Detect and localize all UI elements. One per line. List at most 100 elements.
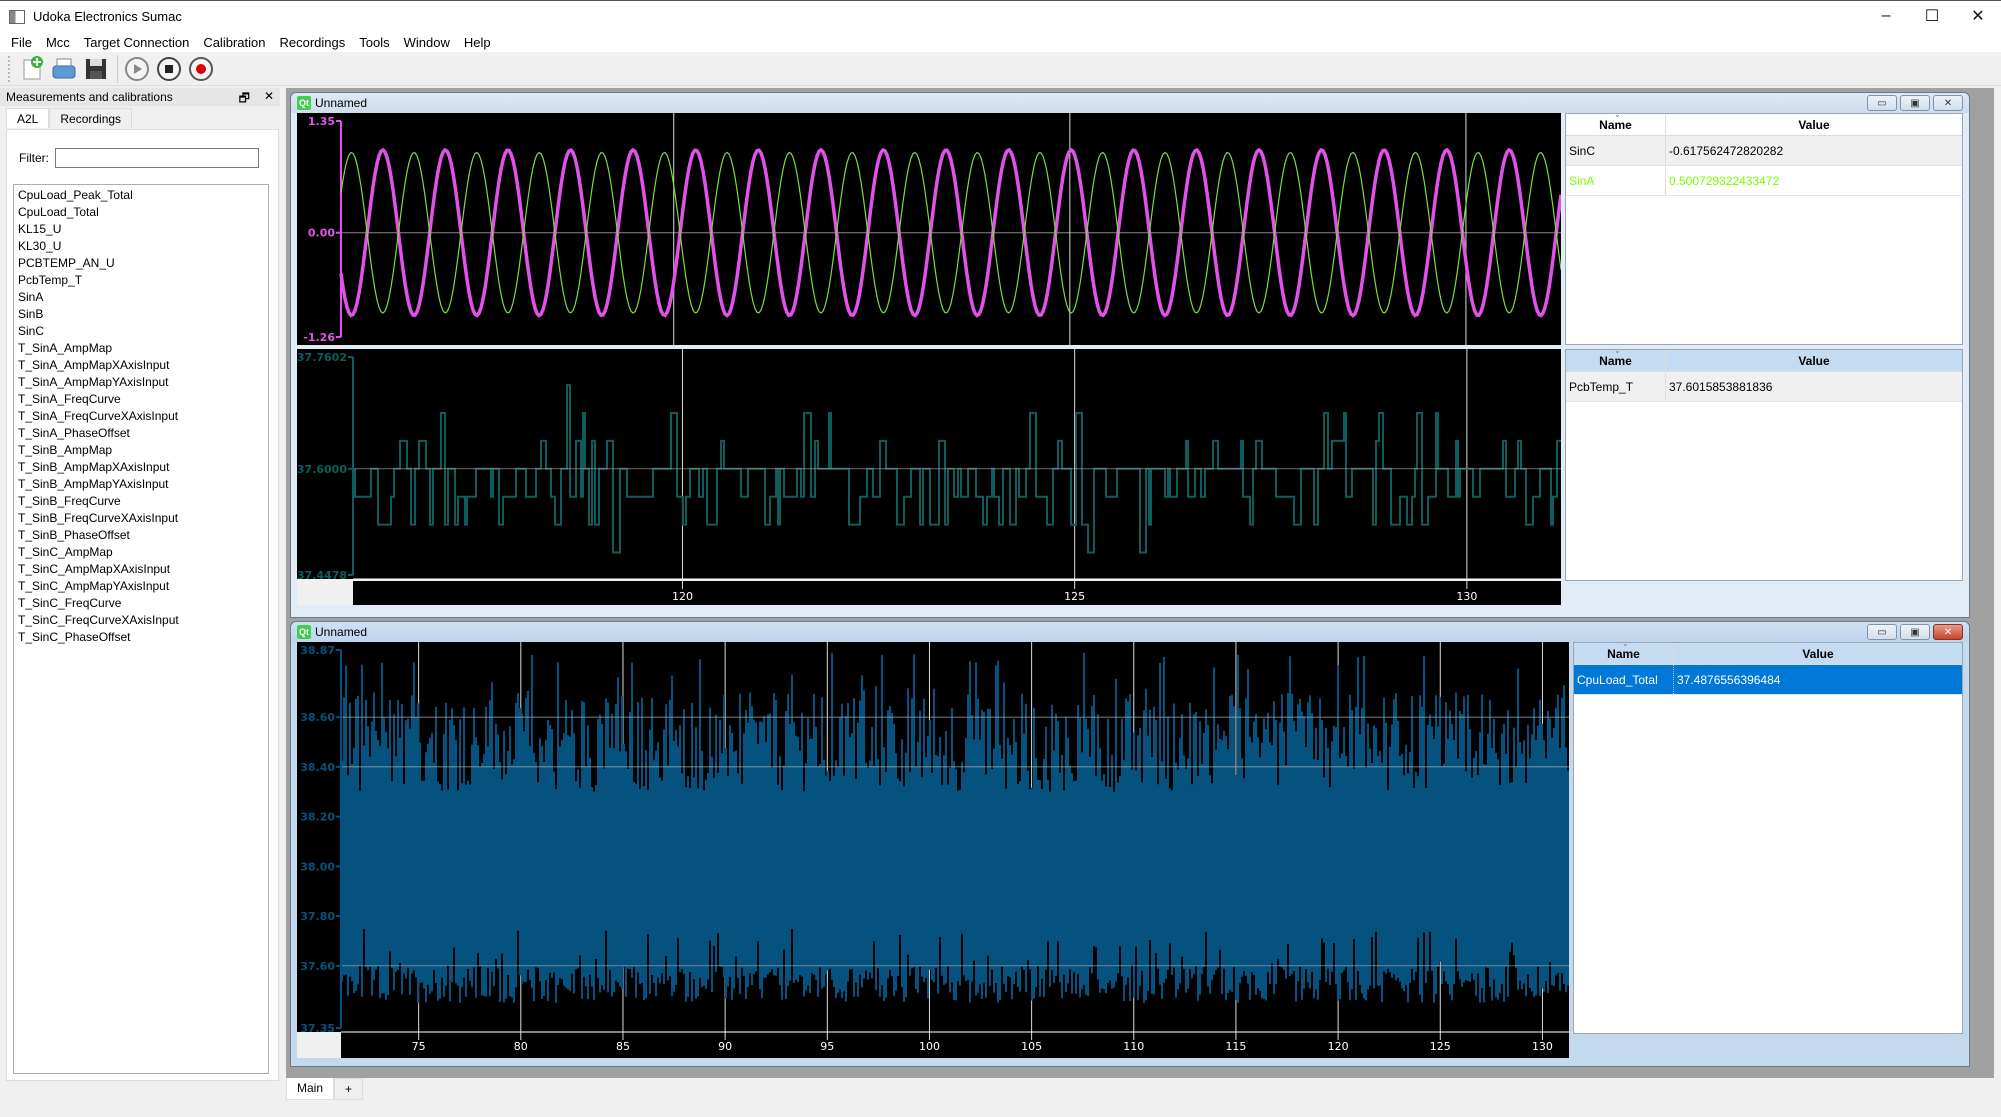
- dock-tabs: A2L Recordings: [0, 108, 280, 128]
- list-item[interactable]: CpuLoad_Total: [17, 204, 265, 221]
- list-item[interactable]: PCBTEMP_AN_U: [17, 255, 265, 272]
- float-icon[interactable]: 🗗: [239, 89, 250, 110]
- list-item[interactable]: T_SinA_AmpMapYAxisInput: [17, 374, 265, 391]
- list-item[interactable]: KL30_U: [17, 238, 265, 255]
- subwindow-titlebar[interactable]: Qt Unnamed ▭ ▣ ✕: [291, 622, 1969, 642]
- print-icon: [52, 58, 76, 78]
- table-row[interactable]: PcbTemp_T 37.6015853881836: [1566, 372, 1962, 402]
- subwindow-restore-button[interactable]: ▣: [1900, 624, 1930, 640]
- record-button[interactable]: [186, 54, 216, 84]
- list-item[interactable]: SinA: [17, 289, 265, 306]
- list-item[interactable]: T_SinC_PhaseOffset: [17, 629, 265, 646]
- list-item[interactable]: T_SinB_PhaseOffset: [17, 527, 265, 544]
- list-item[interactable]: SinC: [17, 323, 265, 340]
- menu-recordings[interactable]: Recordings: [272, 35, 352, 50]
- x-tick-label: 100: [919, 1040, 940, 1053]
- subwindow-close-button[interactable]: ✕: [1933, 95, 1963, 111]
- print-button[interactable]: [49, 54, 79, 84]
- menu-calibration[interactable]: Calibration: [196, 35, 272, 50]
- list-item[interactable]: T_SinC_AmpMap: [17, 544, 265, 561]
- menu-tools[interactable]: Tools: [352, 35, 396, 50]
- x-tick-label: 125: [1064, 590, 1085, 603]
- stop-button[interactable]: [154, 54, 184, 84]
- list-item[interactable]: T_SinA_AmpMapXAxisInput: [17, 357, 265, 374]
- header-value[interactable]: Value: [1666, 114, 1962, 135]
- toolbar: [0, 52, 2001, 86]
- list-item[interactable]: PcbTemp_T: [17, 272, 265, 289]
- stop-icon: [157, 56, 181, 81]
- menu-file[interactable]: File: [4, 35, 39, 50]
- pcbtemp-plot-svg[interactable]: 120 125 130 37.7602 37.6000 37.4478: [297, 349, 1561, 605]
- list-item[interactable]: T_SinB_FreqCurve: [17, 493, 265, 510]
- a2l-variable-list[interactable]: CpuLoad_Peak_Total CpuLoad_Total KL15_U KL3…: [13, 184, 269, 1074]
- save-icon: [86, 58, 106, 79]
- minimize-button[interactable]: –: [1863, 1, 1909, 31]
- y-tick-label: 38.60: [300, 711, 335, 724]
- list-item[interactable]: T_SinB_AmpMap: [17, 442, 265, 459]
- subwindow-minimize-button[interactable]: ▭: [1867, 624, 1897, 640]
- toolbar-grip[interactable]: [8, 55, 11, 82]
- list-item[interactable]: T_SinC_AmpMapXAxisInput: [17, 561, 265, 578]
- tab-main[interactable]: Main: [286, 1078, 335, 1100]
- menu-target-connection[interactable]: Target Connection: [77, 35, 197, 50]
- x-tick-label: 125: [1430, 1040, 1451, 1053]
- row-name: CpuLoad_Total: [1574, 665, 1674, 694]
- save-button[interactable]: [81, 54, 111, 84]
- list-item[interactable]: T_SinC_AmpMapYAxisInput: [17, 578, 265, 595]
- new-document-icon: [23, 55, 43, 79]
- list-item[interactable]: SinB: [17, 306, 265, 323]
- list-item[interactable]: CpuLoad_Peak_Total: [17, 187, 265, 204]
- sine-plot[interactable]: 1.35 0.00 -1.26: [297, 113, 1561, 345]
- tab-recordings[interactable]: Recordings: [49, 108, 133, 128]
- new-button[interactable]: [17, 54, 47, 84]
- cpuload-plot-svg[interactable]: 75 80 85 90 95 100 105 110 115 120 125 130 38.87 38.6…: [297, 642, 1569, 1058]
- sine-plot-svg[interactable]: 1.35 0.00 -1.26: [297, 113, 1561, 345]
- workspace-tabs: Main +: [286, 1078, 364, 1100]
- list-item[interactable]: T_SinA_FreqCurve: [17, 391, 265, 408]
- pcbtemp-plot[interactable]: 120 125 130 37.7602 37.6000 37.4478: [297, 349, 1561, 605]
- plot-subwindow-2[interactable]: Qt Unnamed ▭ ▣ ✕ 75 80 85 90 95 100 105 110 115 1…: [290, 621, 1970, 1067]
- list-item[interactable]: T_SinC_FreqCurveXAxisInput: [17, 612, 265, 629]
- filter-input[interactable]: [55, 148, 259, 168]
- plot-subwindow-1[interactable]: Qt Unnamed ▭ ▣ ✕ 1.35 0.00 -1.26 120 125 130…: [290, 92, 1970, 618]
- sort-indicator-icon: ⌄: [1622, 639, 1629, 648]
- row-value: 37.4876556396484: [1677, 672, 1781, 687]
- list-item[interactable]: T_SinA_AmpMap: [17, 340, 265, 357]
- list-item[interactable]: KL15_U: [17, 221, 265, 238]
- play-button[interactable]: [122, 54, 152, 84]
- list-item[interactable]: T_SinB_AmpMapXAxisInput: [17, 459, 265, 476]
- subwindow-minimize-button[interactable]: ▭: [1867, 95, 1897, 111]
- subwindow-restore-button[interactable]: ▣: [1900, 95, 1930, 111]
- tab-a2l[interactable]: A2L: [6, 108, 50, 128]
- y-tick-label: 37.80: [300, 910, 335, 923]
- dock-close-icon[interactable]: ✕: [264, 89, 274, 110]
- list-item[interactable]: T_SinA_FreqCurveXAxisInput: [17, 408, 265, 425]
- x-tick-label: 95: [820, 1040, 834, 1053]
- menu-mcc[interactable]: Mcc: [39, 35, 77, 50]
- menu-help[interactable]: Help: [457, 35, 498, 50]
- value-table-1: ⌄ Name Value SinC -0.617562472820282 Sin…: [1565, 110, 1963, 345]
- subwindow-titlebar[interactable]: Qt Unnamed ▭ ▣ ✕: [291, 93, 1969, 113]
- row-value: -0.617562472820282: [1669, 143, 1784, 158]
- x-tick-label: 110: [1123, 1040, 1144, 1053]
- subwindow-close-button[interactable]: ✕: [1933, 624, 1963, 640]
- header-value[interactable]: Value: [1666, 350, 1962, 371]
- header-value[interactable]: Value: [1674, 643, 1962, 664]
- close-button[interactable]: ✕: [1955, 1, 2001, 31]
- cpuload-plot[interactable]: 75 80 85 90 95 100 105 110 115 120 125 130 38.87 38.6…: [297, 642, 1569, 1058]
- x-tick-label: 90: [718, 1040, 732, 1053]
- list-item[interactable]: T_SinB_AmpMapYAxisInput: [17, 476, 265, 493]
- table-header: ⌄ Name Value: [1566, 110, 1962, 136]
- maximize-button[interactable]: ☐: [1909, 1, 1955, 31]
- list-item[interactable]: T_SinC_FreqCurve: [17, 595, 265, 612]
- x-axis-background: [353, 581, 1561, 605]
- table-row[interactable]: SinC -0.617562472820282: [1566, 136, 1962, 166]
- add-tab-button[interactable]: +: [334, 1078, 364, 1100]
- list-item[interactable]: T_SinA_PhaseOffset: [17, 425, 265, 442]
- table-row-selected[interactable]: CpuLoad_Total 37.4876556396484: [1574, 665, 1962, 695]
- list-item[interactable]: T_SinB_FreqCurveXAxisInput: [17, 510, 265, 527]
- table-row[interactable]: SinA 0.500729322433472: [1566, 166, 1962, 196]
- toolbar-separator: [117, 54, 118, 83]
- row-name: SinC: [1566, 136, 1666, 165]
- menu-window[interactable]: Window: [397, 35, 457, 50]
